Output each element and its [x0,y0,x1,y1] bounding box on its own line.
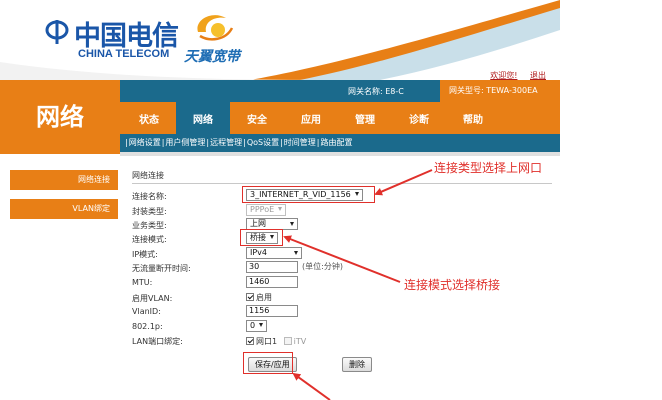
subnav-separator: | [280,138,283,147]
subnav-remote-management[interactable]: 远程管理 [210,138,242,147]
form-divider [132,183,552,184]
encap-select: PPPoE [246,204,287,216]
chevron-down-icon [294,251,298,255]
logout-link[interactable]: 退出 [530,71,546,80]
mode-label: 连接模式: [132,235,167,244]
annotation-conn-type: 连接类型选择上网口 [434,161,543,175]
vlan-enable-text: 启用 [256,293,272,302]
subnav-routing[interactable]: 路由配置 [321,138,353,147]
encap-label: 封装类型: [132,207,167,216]
lan1-text: 网口1 [256,337,278,346]
lan-bind-label: LAN端口绑定: [132,337,183,346]
vlan-id-label: VlanID: [132,307,161,316]
lan1-checkbox[interactable] [246,337,254,345]
subnav-user-side[interactable]: 用户侧管理 [165,138,205,147]
itv-text: iTV [293,337,307,346]
p8021-value: 0 [250,321,256,330]
chevron-down-icon [278,207,283,211]
subnav-separator: | [161,138,165,147]
main-tab-bar: 状态 网络 安全 应用 管理 诊断 帮助 [120,102,560,134]
ip-mode-label: IP模式: [132,250,158,259]
gateway-model: 网关型号: TEWA-300EA [440,80,560,102]
china-telecom-emblem-icon [45,20,69,44]
encap-value: PPPoE [250,205,275,214]
tab-status[interactable]: 状态 [122,108,176,134]
idle-label: 无流量断开时间: [132,264,191,273]
highlight-save-button [243,352,293,374]
gateway-info-bar: 网关名称: E8-C 网关型号: TEWA-300EA [120,80,560,102]
highlight-conn-name [242,186,375,203]
welcome-link[interactable]: 欢迎您! [490,71,517,80]
tab-application[interactable]: 应用 [284,108,338,134]
p8021-select[interactable]: 0 [246,320,268,332]
chevron-down-icon [290,222,294,226]
service-label: 业务类型: [132,221,167,230]
section-title: 网络 [36,103,84,131]
chevron-down-icon [259,323,264,327]
p8021-label: 802.1p: [132,322,163,331]
subnav-separator: | [316,138,320,147]
sidebar-header: 网络 [0,80,120,154]
subnav-separator: | [206,138,210,147]
tab-help[interactable]: 帮助 [446,108,500,134]
vlan-enable-label: 启用VLAN: [132,294,173,303]
brand-en: CHINA TELECOM [78,48,170,60]
tab-management[interactable]: 管理 [338,108,392,134]
delete-button[interactable]: 删除 [342,357,372,372]
highlight-conn-mode [240,229,283,246]
vlan-enable-checkbox[interactable] [246,293,254,301]
idle-unit: (单位:分钟) [302,262,343,271]
idle-timeout-input[interactable]: 30 [246,261,298,273]
subnav-qos[interactable]: QoS设置 [247,138,279,147]
conn-name-label: 连接名称: [132,192,167,201]
service-value: 上网 [250,219,266,228]
itv-checkbox [283,337,292,345]
sidebar-item-vlan-binding[interactable]: VLAN绑定 [10,199,118,219]
gateway-name: 网关名称: E8-C [348,87,404,96]
brand2-cn: 天翼宽带 [184,49,240,65]
form-section-title: 网络连接 [132,171,164,180]
header: 中国电信 CHINA TELECOM 天翼宽带 欢迎您! 退出 [0,0,662,80]
sidebar-item-network-connection[interactable]: 网络连接 [10,170,118,190]
annotation-conn-mode: 连接模式选择桥接 [404,278,501,292]
ip-mode-select[interactable]: IPv4 [246,247,302,259]
header-links: 欢迎您! 退出 [480,70,546,80]
subnav-separator: | [243,138,246,147]
mtu-label: MTU: [132,278,153,287]
sub-navigation: |网络设置|用户侧管理|远程管理|QoS设置|时间管理|路由配置 [120,134,560,152]
tab-security[interactable]: 安全 [230,108,284,134]
vlan-id-input[interactable]: 1156 [246,305,298,317]
tab-network[interactable]: 网络 [176,102,230,134]
subnav-time-management[interactable]: 时间管理 [284,138,316,147]
subnav-network-settings[interactable]: 网络设置 [129,138,161,147]
tab-diagnostics[interactable]: 诊断 [392,108,446,134]
subnav-separator: | [125,138,128,147]
mtu-input[interactable]: 1460 [246,276,298,288]
tianyi-swirl-icon [197,15,234,41]
ip-mode-value: IPv4 [250,248,268,257]
